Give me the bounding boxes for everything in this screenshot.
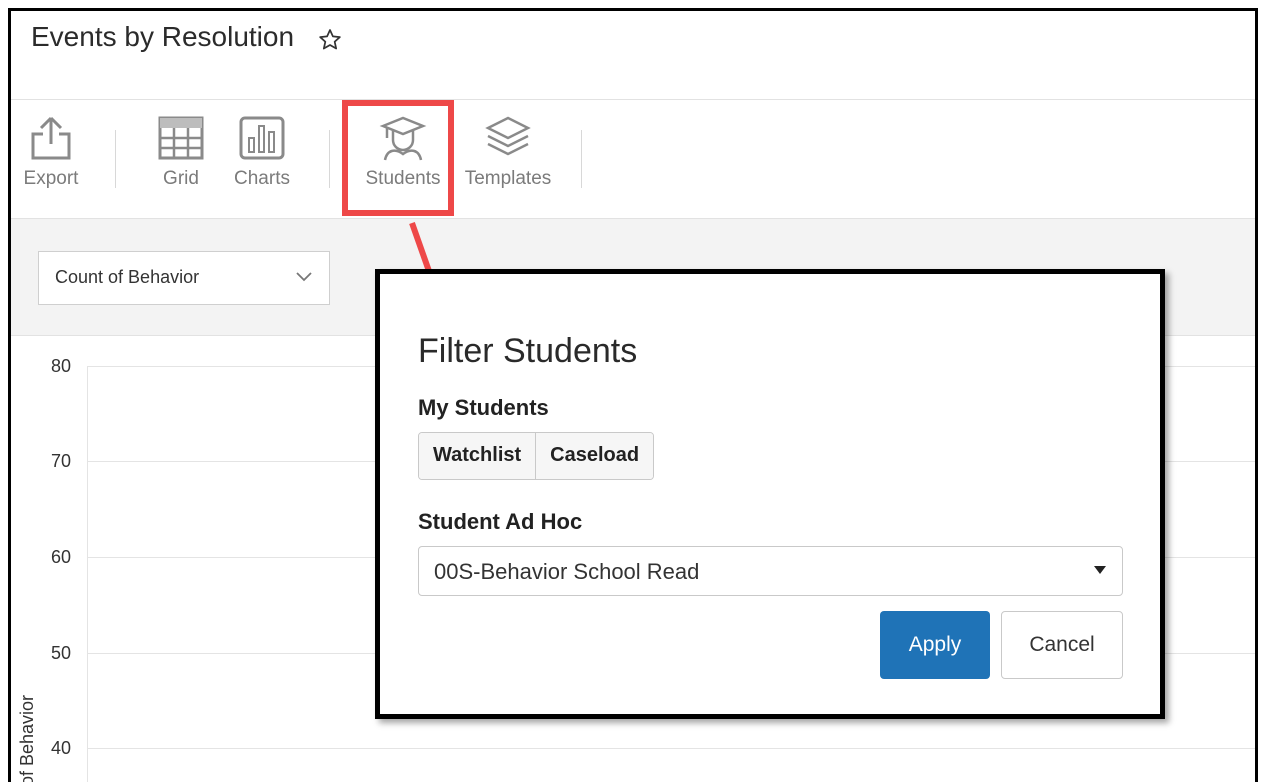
export-icon: [31, 116, 71, 160]
y-tick-label: 80: [51, 356, 72, 376]
toolbar: Export Grid Charts Students Templates: [11, 100, 1255, 219]
templates-button[interactable]: Templates: [461, 114, 555, 190]
filter-students-modal: Filter Students My Students Watchlist Ca…: [375, 269, 1165, 719]
export-button[interactable]: Export: [17, 114, 85, 190]
y-axis-label: t of Behavior: [17, 694, 37, 782]
measure-select[interactable]: Count of Behavior: [38, 251, 330, 305]
title-bar: Events by Resolution: [11, 11, 1255, 100]
caret-down-icon: [1094, 566, 1106, 574]
page-title: Events by Resolution: [31, 21, 295, 52]
adhoc-select[interactable]: 00S-Behavior School Read: [418, 546, 1123, 596]
adhoc-select-value: 00S-Behavior School Read: [434, 559, 700, 584]
toolbar-divider: [115, 130, 116, 188]
toolbar-divider: [329, 130, 330, 188]
export-label: Export: [23, 168, 79, 189]
y-tick-label: 50: [51, 643, 72, 663]
y-tick-label: 70: [51, 451, 72, 471]
star-icon[interactable]: [317, 27, 343, 53]
gridline: [87, 748, 1255, 749]
grid-icon: [158, 116, 204, 160]
templates-label: Templates: [464, 168, 552, 189]
grid-button[interactable]: Grid: [153, 114, 209, 190]
toolbar-divider: [581, 130, 582, 188]
modal-title: Filter Students: [418, 332, 638, 370]
grid-label: Grid: [163, 168, 199, 189]
apply-button[interactable]: Apply: [880, 611, 990, 679]
students-highlight-box: [342, 100, 454, 216]
chevron-down-icon: [296, 272, 312, 282]
adhoc-label: Student Ad Hoc: [418, 509, 583, 534]
y-axis-line: [87, 366, 88, 782]
templates-icon: [485, 116, 531, 156]
cancel-button[interactable]: Cancel: [1001, 611, 1123, 679]
measure-select-value: Count of Behavior: [55, 267, 200, 287]
watchlist-button[interactable]: Watchlist: [419, 433, 536, 479]
app-frame: Events by Resolution Export Grid Charts …: [8, 8, 1258, 782]
charts-label: Charts: [234, 168, 290, 189]
y-tick-label: 60: [51, 547, 72, 567]
charts-button[interactable]: Charts: [231, 114, 293, 190]
my-students-label: My Students: [418, 395, 549, 420]
my-students-toggle-group: Watchlist Caseload: [418, 432, 655, 480]
caseload-button[interactable]: Caseload: [535, 433, 654, 479]
charts-icon: [239, 116, 285, 160]
y-tick-label: 40: [51, 738, 72, 758]
